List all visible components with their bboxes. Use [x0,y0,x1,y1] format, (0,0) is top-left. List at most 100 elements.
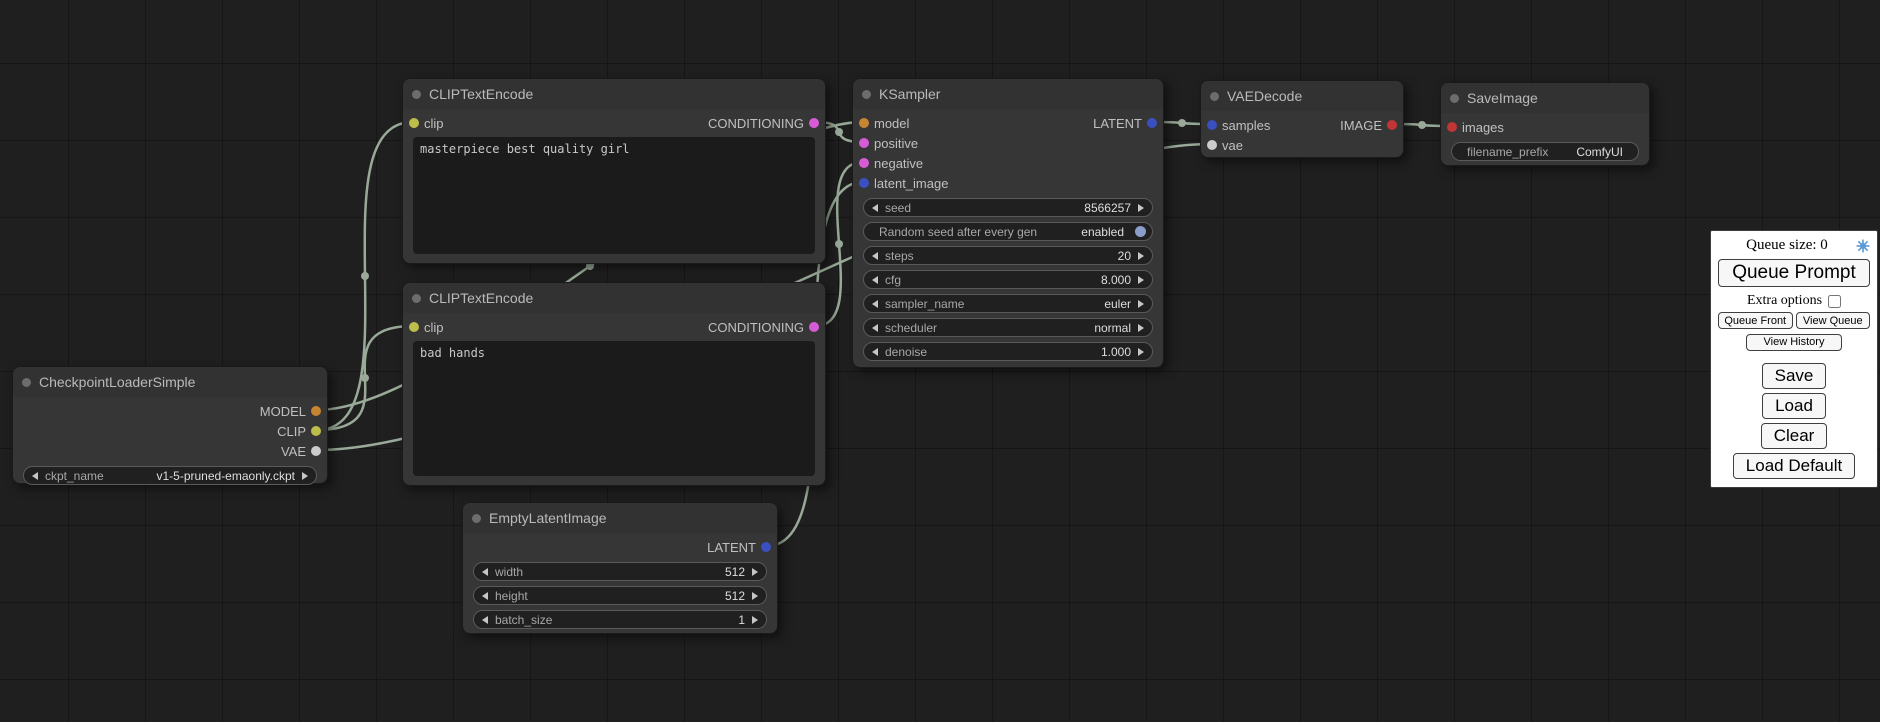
slot-label: latent_image [874,176,948,191]
collapse-dot-icon[interactable] [472,514,481,523]
denoise-widget[interactable]: denoise 1.000 [863,342,1153,361]
node-cliptextencode-negative[interactable]: CLIPTextEncode clip CONDITIONING bad han… [402,282,826,486]
samples-input-slot[interactable] [1207,120,1217,130]
slot-row: vae [1201,135,1403,155]
node-emptylatentimage[interactable]: EmptyLatentImage LATENT width 512 height… [462,502,778,634]
view-queue-button[interactable]: View Queue [1796,312,1871,329]
negative-prompt-textarea[interactable]: bad hands [413,341,815,476]
clip-output-slot[interactable] [311,426,321,436]
menu-header[interactable]: Queue size: 0 [1718,237,1870,254]
view-history-button[interactable]: View History [1746,334,1842,351]
clip-input-slot[interactable] [409,322,419,332]
decrement-arrow-icon[interactable] [482,616,488,624]
slot-label: negative [874,156,923,171]
collapse-dot-icon[interactable] [22,378,31,387]
increment-arrow-icon[interactable] [1138,204,1144,212]
slot-row: positive [853,133,1163,153]
node-titlebar[interactable]: VAEDecode [1201,81,1403,111]
node-titlebar[interactable]: EmptyLatentImage [463,503,777,533]
load-default-button[interactable]: Load Default [1733,453,1855,479]
decrement-arrow-icon[interactable] [482,592,488,600]
extra-options-checkbox[interactable] [1828,295,1841,308]
increment-arrow-icon[interactable] [1138,276,1144,284]
image-output-slot[interactable] [1387,120,1397,130]
seed-widget[interactable]: seed 8566257 [863,198,1153,217]
decrement-arrow-icon[interactable] [872,204,878,212]
slot-row: LATENT [463,537,777,557]
model-output-slot[interactable] [311,406,321,416]
settings-gear-icon[interactable] [1856,239,1870,253]
decrement-arrow-icon[interactable] [482,568,488,576]
positive-input-slot[interactable] [859,138,869,148]
widget-value: 1 [738,613,745,627]
steps-widget[interactable]: steps 20 [863,246,1153,265]
increment-arrow-icon[interactable] [1138,252,1144,260]
collapse-dot-icon[interactable] [412,294,421,303]
slot-label: CONDITIONING [708,116,804,131]
negative-input-slot[interactable] [859,158,869,168]
latent-output-slot[interactable] [1147,118,1157,128]
conditioning-output-slot[interactable] [809,118,819,128]
next-value-arrow-icon[interactable] [302,472,308,480]
ckpt-name-widget[interactable]: ckpt_name v1-5-pruned-emaonly.ckpt [23,466,317,485]
decrement-arrow-icon[interactable] [872,348,878,356]
slot-row: CLIP [13,421,327,441]
slot-label: vae [1222,138,1243,153]
scheduler-widget[interactable]: scheduler normal [863,318,1153,337]
node-title: CLIPTextEncode [429,290,533,306]
collapse-dot-icon[interactable] [1210,92,1219,101]
node-titlebar[interactable]: CLIPTextEncode [403,283,825,313]
save-button[interactable]: Save [1762,363,1827,389]
node-titlebar[interactable]: SaveImage [1441,83,1649,113]
queue-front-button[interactable]: Queue Front [1718,312,1793,329]
increment-arrow-icon[interactable] [752,616,758,624]
widget-label: height [495,589,528,603]
collapse-dot-icon[interactable] [1450,94,1459,103]
slot-label: model [874,116,909,131]
decrement-arrow-icon[interactable] [872,276,878,284]
vae-output-slot[interactable] [311,446,321,456]
node-cliptextencode-positive[interactable]: CLIPTextEncode clip CONDITIONING masterp… [402,78,826,264]
node-ksampler[interactable]: KSampler model LATENT positive negative … [852,78,1164,368]
sampler-name-widget[interactable]: sampler_name euler [863,294,1153,313]
images-input-slot[interactable] [1447,122,1457,132]
node-titlebar[interactable]: KSampler [853,79,1163,109]
vae-input-slot[interactable] [1207,140,1217,150]
model-input-slot[interactable] [859,118,869,128]
prev-value-arrow-icon[interactable] [872,324,878,332]
cfg-widget[interactable]: cfg 8.000 [863,270,1153,289]
slot-label: LATENT [1093,116,1142,131]
height-widget[interactable]: height 512 [473,586,767,605]
random-seed-toggle[interactable]: Random seed after every gen enabled [863,222,1153,241]
latent-image-input-slot[interactable] [859,178,869,188]
collapse-dot-icon[interactable] [412,90,421,99]
slot-label: CONDITIONING [708,320,804,335]
filename-prefix-widget[interactable]: filename_prefix ComfyUI [1451,142,1639,161]
node-canvas[interactable]: CheckpointLoaderSimple MODEL CLIP VAE ck… [0,0,1880,722]
node-saveimage[interactable]: SaveImage images filename_prefix ComfyUI [1440,82,1650,166]
width-widget[interactable]: width 512 [473,562,767,581]
increment-arrow-icon[interactable] [1138,348,1144,356]
comfy-menu[interactable]: Queue size: 0 Queue Prompt Extra options… [1710,230,1878,488]
positive-prompt-textarea[interactable]: masterpiece best quality girl [413,137,815,254]
widget-label: ckpt_name [45,469,104,483]
queue-prompt-button[interactable]: Queue Prompt [1718,259,1870,287]
decrement-arrow-icon[interactable] [872,252,878,260]
conditioning-output-slot[interactable] [809,322,819,332]
clip-input-slot[interactable] [409,118,419,128]
node-titlebar[interactable]: CLIPTextEncode [403,79,825,109]
next-value-arrow-icon[interactable] [1138,324,1144,332]
latent-output-slot[interactable] [761,542,771,552]
next-value-arrow-icon[interactable] [1138,300,1144,308]
prev-value-arrow-icon[interactable] [872,300,878,308]
increment-arrow-icon[interactable] [752,592,758,600]
clear-button[interactable]: Clear [1761,423,1828,449]
prev-value-arrow-icon[interactable] [32,472,38,480]
load-button[interactable]: Load [1762,393,1826,419]
collapse-dot-icon[interactable] [862,90,871,99]
increment-arrow-icon[interactable] [752,568,758,576]
batch-size-widget[interactable]: batch_size 1 [473,610,767,629]
node-vaedecode[interactable]: VAEDecode samples IMAGE vae [1200,80,1404,158]
node-checkpointloadersimple[interactable]: CheckpointLoaderSimple MODEL CLIP VAE ck… [12,366,328,484]
node-titlebar[interactable]: CheckpointLoaderSimple [13,367,327,397]
